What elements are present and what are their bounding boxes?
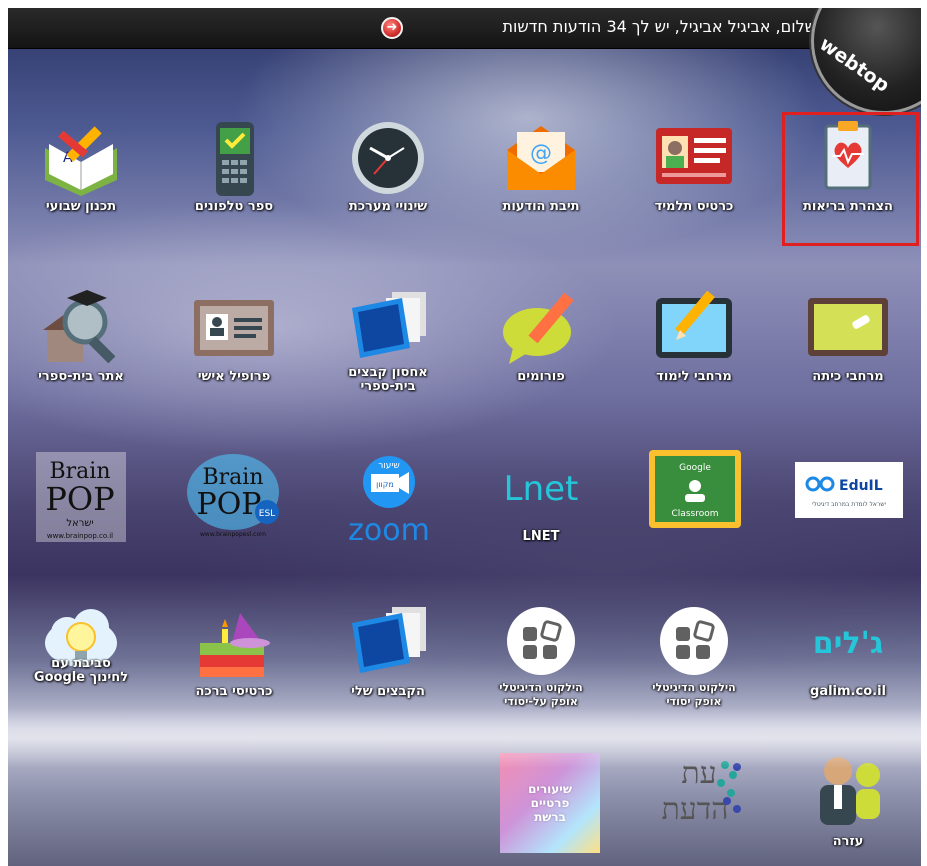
digital-bag-icon [652, 603, 736, 683]
clipboard-heart-icon [806, 118, 890, 198]
classroom-bottom: Classroom [672, 509, 719, 519]
lnet-logo-icon: Lnet [499, 448, 583, 528]
eduil-sub: ישראל לומדת במרחב דיגיטלי [812, 501, 886, 508]
desktop: ➜ שלום, אביגיל אביגיל, יש לך 34 הודעות ח… [8, 8, 921, 866]
app-label: הקבצים שלי [351, 684, 425, 699]
app-digital-bag-secondary[interactable]: הילקוט הדיגיטלי אופק על-יסודי [466, 593, 616, 733]
app-brainpop-esl[interactable]: Brain POP ESL www.brainpopesl.com [159, 438, 309, 578]
app-student-card[interactable]: כרטיס תלמיד [619, 108, 769, 248]
app-class-space[interactable]: מרחבי כיתה [773, 278, 921, 418]
app-system-changes[interactable]: שינויי מערכת [313, 108, 463, 248]
id-card-icon [652, 118, 736, 198]
digital-bag-icon [499, 603, 583, 683]
app-digital-bag-primary[interactable]: הילקוט הדיגיטלי אופק יסודי [619, 593, 769, 733]
app-google-environment[interactable]: סביבת עם לחינוך Google [8, 593, 156, 733]
app-mailbox[interactable]: @ תיבת הודעות [466, 108, 616, 248]
app-label: כרטיסי ברכה [195, 684, 273, 699]
app-google-classroom[interactable]: Google Classroom [619, 438, 769, 578]
zoom-logo-icon: שיעור מקוון zoom [341, 448, 437, 548]
app-school-site[interactable]: אתר בית-ספרי [8, 278, 156, 418]
school-search-icon [39, 288, 123, 368]
zoom-badge: מקוון [376, 480, 394, 489]
app-label: פורומים [517, 369, 565, 384]
app-label: ספר טלפונים [194, 199, 274, 214]
app-label: סביבת עם לחינוך Google [33, 656, 129, 685]
brand-text: webtop [815, 33, 894, 97]
app-zoom[interactable]: שיעור מקוון zoom [313, 438, 463, 578]
zoom-text: zoom [348, 513, 430, 548]
app-label: מרחבי כיתה [812, 369, 884, 384]
svg-text:@: @ [530, 141, 552, 166]
app-label: אתר בית-ספרי [38, 369, 124, 384]
classroom-top: Google [679, 463, 711, 473]
app-lnet[interactable]: Lnet LNET [466, 438, 616, 578]
envelope-icon: @ [499, 118, 583, 198]
app-knowledge-time[interactable]: עת הדעת [619, 743, 769, 866]
brainpop-esl-url: www.brainpopesl.com [200, 531, 266, 538]
laptop-files-icon [346, 288, 430, 368]
profile-card-icon [192, 288, 276, 368]
svg-text:POP: POP [197, 487, 262, 522]
eduil-text: EduIL [839, 478, 883, 494]
app-greeting-cards[interactable]: כרטיסי ברכה [159, 593, 309, 733]
app-private-lessons[interactable]: שיעורים פרטיים ברשת [466, 743, 616, 866]
app-label: אחסון קבצים בית-ספרי [348, 365, 428, 394]
speech-bubble-pencil-icon [499, 288, 583, 368]
knowledge-time-logo-icon: עת הדעת [637, 753, 753, 853]
brainpop-logo-icon: Brain POP ישראל www.brainpop.co.il [28, 448, 134, 548]
top-bar: ➜ שלום, אביגיל אביגיל, יש לך 34 הודעות ח… [8, 8, 921, 49]
phone-icon [192, 118, 276, 198]
app-label: galim.co.il [810, 684, 886, 699]
app-label: הצהרת בריאות [803, 199, 893, 214]
app-label: תכנון שבועי [45, 199, 117, 214]
knowledge-time-line2: הדעת [662, 792, 729, 827]
private-lessons-tile: שיעורים פרטיים ברשת [500, 753, 600, 853]
logout-button[interactable]: ➜ [381, 17, 403, 39]
app-label: LNET [522, 529, 560, 544]
eduil-logo-icon: EduIL ישראל לומדת במרחב דיגיטלי [791, 448, 907, 528]
app-label: תיבת הודעות [502, 199, 580, 214]
esl-badge: ESL [259, 509, 275, 519]
app-health-declaration[interactable]: הצהרת בריאות [773, 108, 921, 248]
app-my-files[interactable]: הקבצים שלי [313, 593, 463, 733]
cake-icon [192, 603, 276, 683]
greeting-text: שלום, אביגיל אביגיל, יש לך 34 הודעות חדש… [502, 17, 816, 36]
app-brainpop[interactable]: Brain POP ישראל www.brainpop.co.il [8, 438, 156, 578]
brainpop-esl-logo-icon: Brain POP ESL www.brainpopesl.com [181, 448, 287, 548]
private-lessons-text: שיעורים פרטיים ברשת [528, 782, 572, 824]
book-pencil-icon: A [39, 118, 123, 198]
app-label: עזרה [832, 834, 864, 849]
classroom-icon: Google Classroom [647, 448, 743, 528]
app-phonebook[interactable]: ספר טלפונים [159, 108, 309, 248]
app-label: שינויי מערכת [348, 199, 428, 214]
app-label: הילקוט הדיגיטלי אופק על-יסודי [499, 681, 583, 708]
app-help[interactable]: עזרה [773, 743, 921, 866]
app-label: הילקוט הדיגיטלי אופק יסודי [652, 681, 736, 708]
app-weekly-planner[interactable]: A תכנון שבועי [8, 108, 156, 248]
app-label: מרחבי לימוד [656, 369, 732, 384]
webtop-logo[interactable]: webtop [811, 8, 921, 114]
tablet-pencil-icon [652, 288, 736, 368]
galim-logo-icon: ג'לים [806, 603, 890, 683]
clock-icon [346, 118, 430, 198]
galim-logo-text: ג'לים [813, 626, 883, 661]
app-learning-space[interactable]: מרחבי לימוד [619, 278, 769, 418]
zoom-badge-top: שיעור [378, 461, 400, 471]
app-label: פרופיל אישי [197, 369, 271, 384]
svg-text:POP: POP [45, 480, 114, 518]
brainpop-url: www.brainpop.co.il [47, 532, 113, 540]
knowledge-time-line1: עת [681, 756, 716, 791]
app-eduil[interactable]: EduIL ישראל לומדת במרחב דיגיטלי [773, 438, 921, 578]
support-agent-icon [806, 753, 890, 833]
chalkboard-icon [806, 288, 890, 368]
app-galim[interactable]: ג'לים galim.co.il [773, 593, 921, 733]
laptop-files-icon [346, 603, 430, 683]
app-label: כרטיס תלמיד [654, 199, 734, 214]
app-school-storage[interactable]: אחסון קבצים בית-ספרי [313, 278, 463, 418]
brainpop-sub: ישראל [66, 518, 93, 529]
lnet-logo-text: Lnet [504, 469, 579, 509]
app-profile[interactable]: פרופיל אישי [159, 278, 309, 418]
app-forums[interactable]: פורומים [466, 278, 616, 418]
